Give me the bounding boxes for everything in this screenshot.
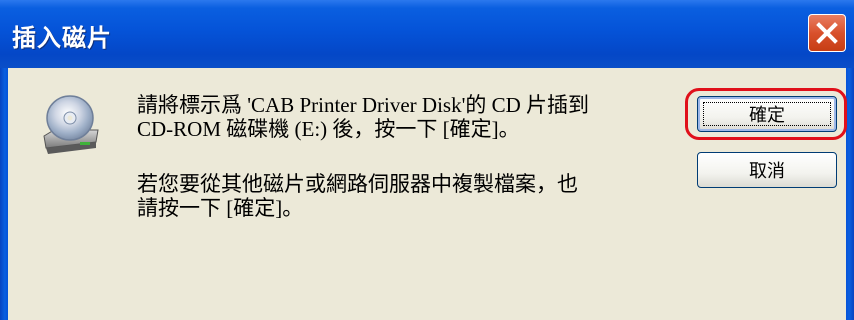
close-icon xyxy=(816,22,838,44)
window-border-right xyxy=(846,68,854,320)
cd-drive-icon xyxy=(43,95,99,154)
message-line-2: CD-ROM 磁碟機 (E:) 後，按一下 [確定]。 xyxy=(137,117,520,141)
message-line-1: 請將標示爲 'CAB Printer Driver Disk'的 CD 片插到 xyxy=(137,93,590,117)
cancel-button-label: 取消 xyxy=(749,161,785,182)
dialog-title: 插入磁片 xyxy=(12,24,112,52)
insert-disk-dialog: 插入磁片 請將標示爲 'CAB Printer Driver Disk'的 CD… xyxy=(0,0,854,320)
ok-button[interactable]: 確定 xyxy=(697,96,837,132)
close-button[interactable] xyxy=(808,14,846,52)
ok-button-label: 確定 xyxy=(749,105,785,126)
message-line-4: 請按一下 [確定]。 xyxy=(137,196,304,220)
cancel-button[interactable]: 取消 xyxy=(697,152,837,188)
title-bar[interactable]: 插入磁片 xyxy=(0,0,854,68)
message-line-3: 若您要從其他磁片或網路伺服器中複製檔案，也 xyxy=(137,172,578,196)
window-border-left xyxy=(0,68,8,320)
